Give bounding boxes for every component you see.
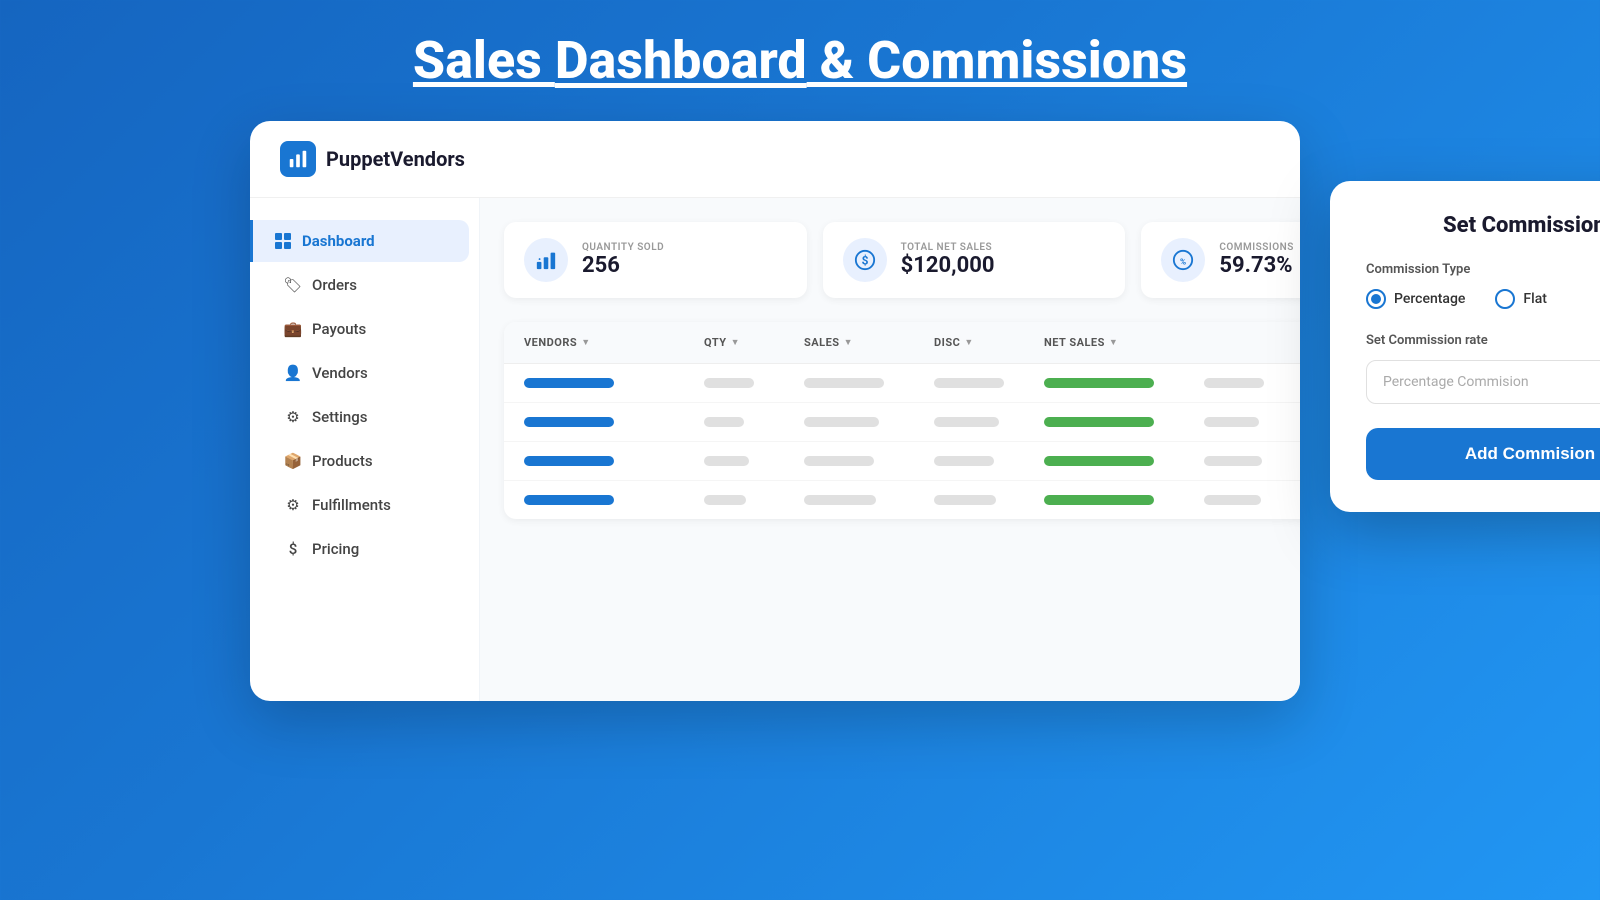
data-table: VENDORS ▼ QTY ▼ SALES ▼ DISC — [504, 322, 1300, 519]
sidebar-label-orders: Orders — [312, 276, 357, 294]
panel-title: Set Commissions — [1366, 213, 1600, 238]
radio-group: Percentage Flat — [1366, 289, 1600, 309]
pricing-icon: $ — [284, 540, 302, 558]
page-title: Sales Dashboard & Commissions — [413, 30, 1187, 91]
commission-rate-row: Percentage Commision 30% ▲ ▼ — [1366, 360, 1600, 404]
commissions-icon: % — [1161, 238, 1205, 282]
th-vendors[interactable]: VENDORS ▼ — [524, 336, 704, 349]
main-content: QUANTITY SOLD 256 $ TOTAL NET SALE — [480, 198, 1300, 701]
svg-text:%: % — [1180, 258, 1186, 268]
sidebar-item-vendors[interactable]: 👤 Vendors — [260, 352, 469, 394]
table-row — [504, 442, 1300, 481]
app-body: Dashboard 🏷 Orders 💼 Payouts 👤 Vendors ⚙ — [250, 198, 1300, 701]
th-sales[interactable]: SALES ▼ — [804, 336, 934, 349]
sidebar-label-pricing: Pricing — [312, 540, 359, 558]
sidebar-label-payouts: Payouts — [312, 320, 366, 338]
sidebar-label-settings: Settings — [312, 408, 368, 426]
app-logo — [280, 141, 316, 177]
orders-icon: 🏷 — [284, 276, 302, 294]
vendors-sort-icon: ▼ — [581, 337, 590, 348]
sales-icon: $ — [843, 238, 887, 282]
commissions-label: COMMISSIONS — [1219, 242, 1293, 253]
vendors-icon: 👤 — [284, 364, 302, 382]
radio-percentage[interactable]: Percentage — [1366, 289, 1465, 309]
quantity-value: 256 — [582, 253, 664, 278]
products-icon: 📦 — [284, 452, 302, 470]
sidebar-item-payouts[interactable]: 💼 Payouts — [260, 308, 469, 350]
th-netsales[interactable]: NET SALES ▼ — [1044, 336, 1204, 349]
th-disc[interactable]: DISC ▼ — [934, 336, 1044, 349]
rate-placeholder: Percentage Commision — [1383, 374, 1529, 390]
sidebar-label-dashboard: Dashboard — [302, 232, 375, 250]
app-logo-icon — [287, 148, 309, 170]
dashboard-icon — [274, 232, 292, 250]
sales-value: $120,000 — [901, 253, 995, 278]
radio-flat-label: Flat — [1523, 291, 1547, 307]
sales-label: TOTAL NET SALES — [901, 242, 995, 253]
stat-card-commissions: % COMMISSIONS 59.73% — [1141, 222, 1300, 298]
app-name: PuppetVendors — [326, 147, 465, 171]
payouts-icon: 💼 — [284, 320, 302, 338]
sales-sort-icon: ▼ — [844, 337, 853, 348]
svg-text:$: $ — [861, 254, 868, 268]
app-card: PuppetVendors Dashboard 🏷 Orders 💼 — [250, 121, 1300, 701]
stat-card-sales: $ TOTAL NET SALES $120,000 — [823, 222, 1126, 298]
radio-percentage-label: Percentage — [1394, 291, 1465, 307]
rate-label: Set Commission rate — [1366, 333, 1600, 348]
quantity-label: QUANTITY SOLD — [582, 242, 664, 253]
sidebar-item-settings[interactable]: ⚙ Settings — [260, 396, 469, 438]
table-row — [504, 481, 1300, 519]
sidebar: Dashboard 🏷 Orders 💼 Payouts 👤 Vendors ⚙ — [250, 198, 480, 701]
fulfillments-icon: ⚙ — [284, 496, 302, 514]
th-qty[interactable]: QTY ▼ — [704, 336, 804, 349]
sidebar-item-orders[interactable]: 🏷 Orders — [260, 264, 469, 306]
stat-card-quantity: QUANTITY SOLD 256 — [504, 222, 807, 298]
table-row — [504, 403, 1300, 442]
table-row — [504, 364, 1300, 403]
radio-percentage-circle — [1366, 289, 1386, 309]
commission-type-label: Commission Type — [1366, 262, 1600, 277]
netsales-sort-icon: ▼ — [1109, 337, 1118, 348]
radio-flat-circle — [1495, 289, 1515, 309]
app-header: PuppetVendors — [250, 121, 1300, 198]
stats-row: QUANTITY SOLD 256 $ TOTAL NET SALE — [504, 222, 1300, 298]
settings-icon: ⚙ — [284, 408, 302, 426]
sidebar-item-fulfillments[interactable]: ⚙ Fulfillments — [260, 484, 469, 526]
table-header: VENDORS ▼ QTY ▼ SALES ▼ DISC — [504, 322, 1300, 364]
sidebar-item-pricing[interactable]: $ Pricing — [260, 528, 469, 570]
qty-sort-icon: ▼ — [731, 337, 740, 348]
disc-sort-icon: ▼ — [964, 337, 973, 348]
sidebar-item-dashboard[interactable]: Dashboard — [250, 220, 469, 262]
commissions-value: 59.73% — [1219, 253, 1293, 278]
sidebar-label-fulfillments: Fulfillments — [312, 496, 391, 514]
sidebar-item-products[interactable]: 📦 Products — [260, 440, 469, 482]
sidebar-label-vendors: Vendors — [312, 364, 368, 382]
main-container: PuppetVendors Dashboard 🏷 Orders 💼 — [250, 121, 1350, 701]
commissions-panel: Set Commissions Commission Type Percenta… — [1330, 181, 1600, 512]
radio-flat[interactable]: Flat — [1495, 289, 1547, 309]
sidebar-label-products: Products — [312, 452, 373, 470]
add-commission-button[interactable]: Add Commision — [1366, 428, 1600, 480]
quantity-icon — [524, 238, 568, 282]
